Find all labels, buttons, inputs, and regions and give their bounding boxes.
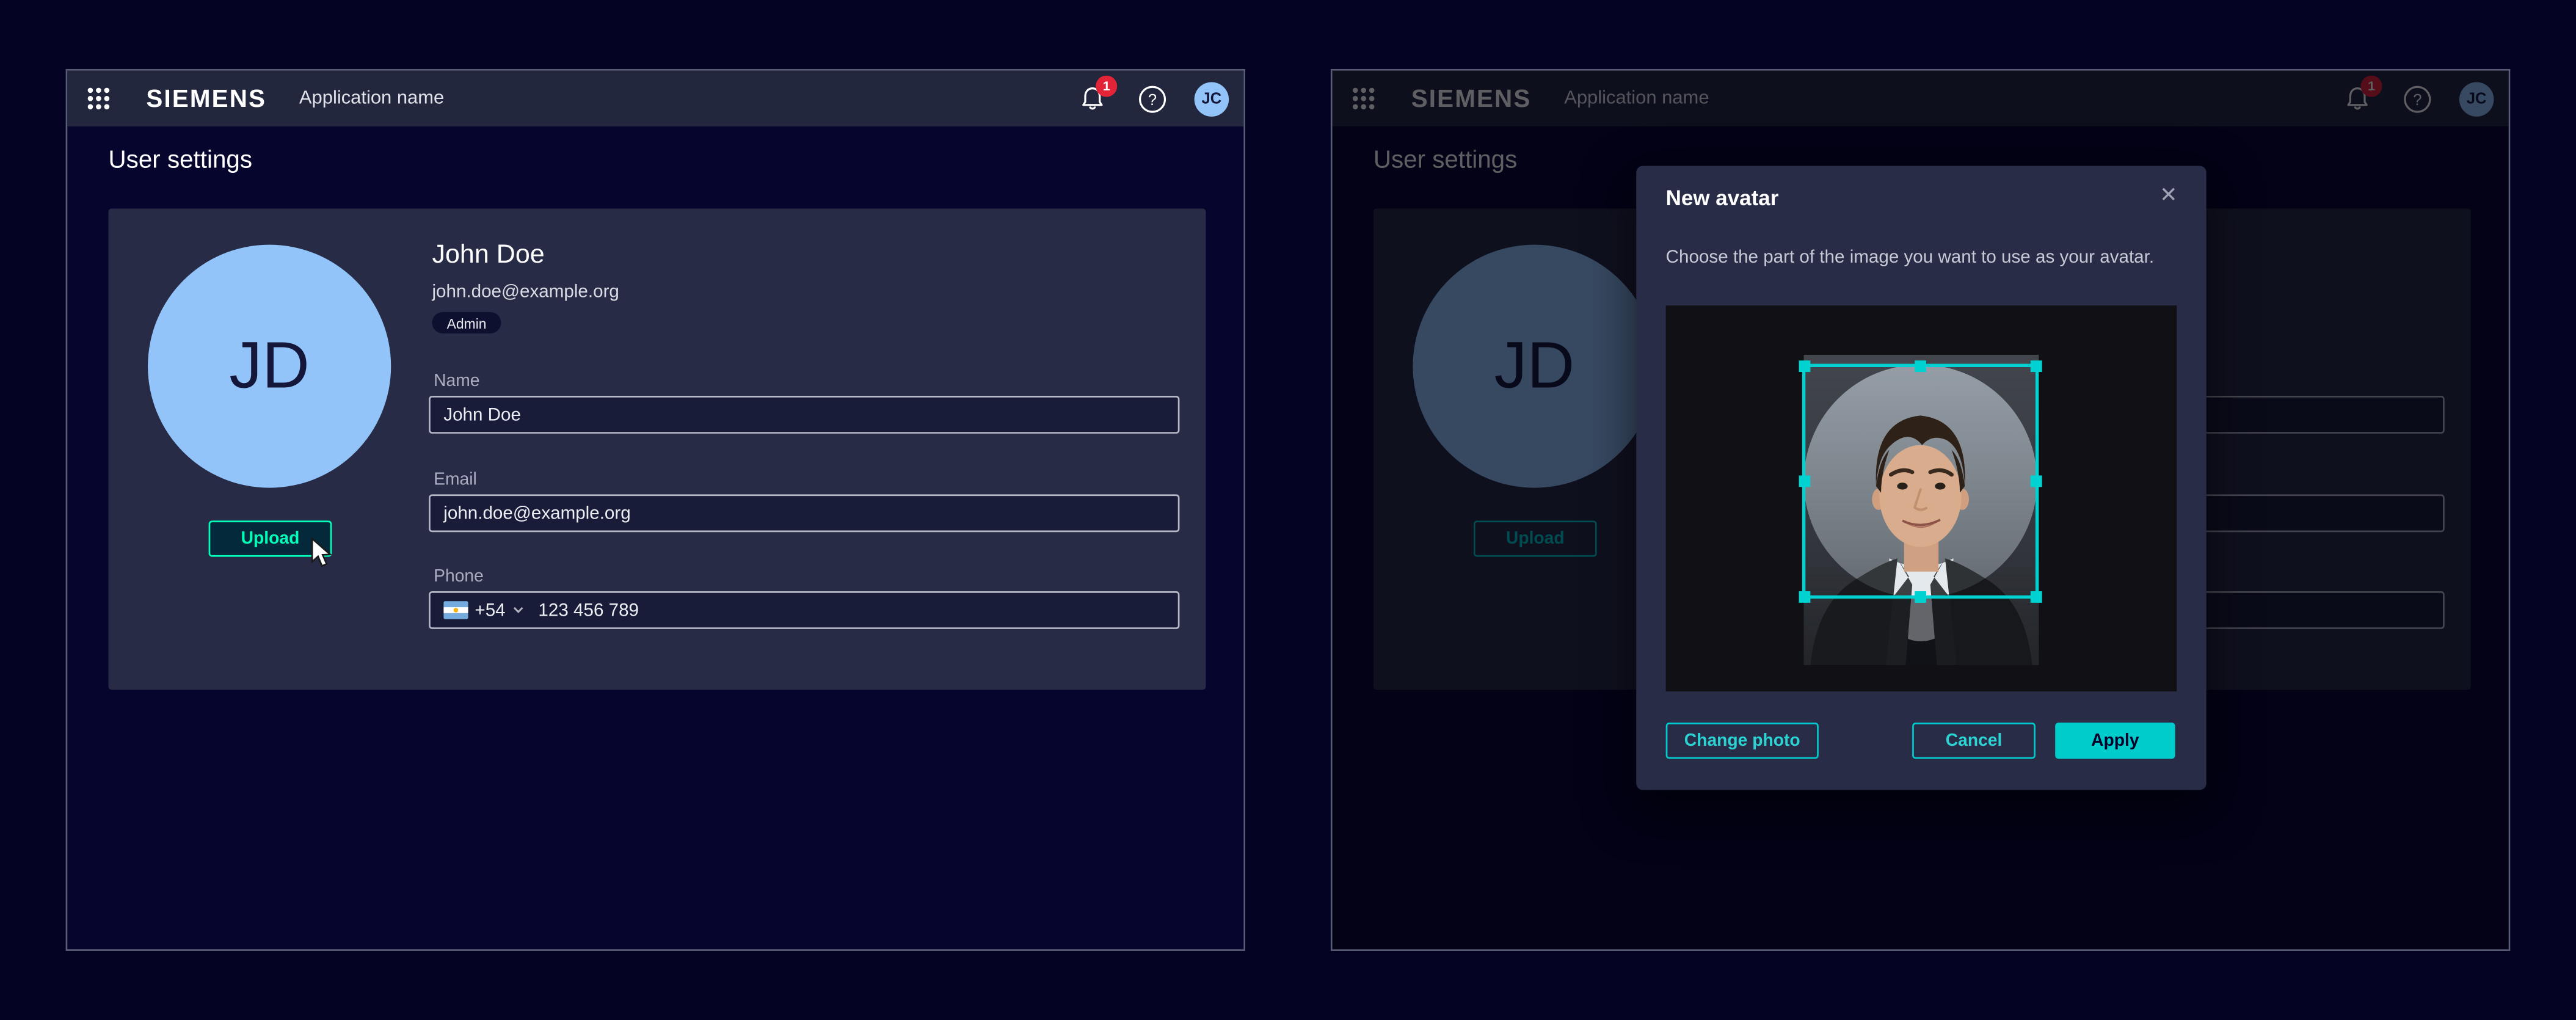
help-icon[interactable]: ? <box>1138 84 1166 112</box>
svg-text:?: ? <box>1148 91 1157 108</box>
crop-handles <box>1799 360 2042 603</box>
user-avatar[interactable]: JC <box>1195 81 1229 115</box>
name-input-value: John Doe <box>443 405 521 424</box>
phone-dial-code: +54 <box>475 600 505 620</box>
change-photo-button[interactable]: Change photo <box>1666 723 1819 759</box>
profile-display-name: John Doe <box>432 241 544 271</box>
new-avatar-modal: New avatar ✕ Choose the part of the imag… <box>1636 166 2206 790</box>
phone-field-label: Phone <box>434 567 484 586</box>
notifications-button[interactable]: 1 <box>1079 86 1105 112</box>
upload-button[interactable]: Upload <box>209 520 332 556</box>
siemens-logo: SIEMENS <box>146 84 266 112</box>
crop-selection[interactable] <box>1666 305 2177 691</box>
phone-input-value: 123 456 789 <box>538 600 639 620</box>
screenshot-canvas: SIEMENS Application name 1 ? JC User set… <box>0 0 2576 1020</box>
phone-input[interactable]: +54 123 456 789 <box>429 591 1179 629</box>
profile-email: john.doe@example.org <box>432 283 619 302</box>
email-input-value: john.doe@example.org <box>443 503 630 523</box>
user-settings-window: SIEMENS Application name 1 ? JC User set… <box>66 69 1245 951</box>
cancel-button[interactable]: Cancel <box>1912 723 2036 759</box>
email-input[interactable]: john.doe@example.org <box>429 494 1179 532</box>
chevron-down-icon <box>512 606 523 614</box>
avatar-crop-area[interactable] <box>1666 305 2177 691</box>
application-name: Application name <box>299 89 444 108</box>
modal-title: New avatar <box>1666 186 1779 210</box>
apply-button[interactable]: Apply <box>2055 723 2175 759</box>
modal-description: Choose the part of the image you want to… <box>1666 248 2156 270</box>
notification-badge: 1 <box>1096 76 1117 97</box>
phone-country-selector[interactable]: +54 <box>443 600 523 620</box>
close-icon[interactable]: ✕ <box>2149 176 2189 216</box>
email-field-label: Email <box>434 470 477 489</box>
profile-avatar: JD <box>148 245 391 488</box>
app-header: SIEMENS Application name 1 ? JC <box>67 71 1243 126</box>
app-switcher-grid-icon[interactable] <box>86 86 112 112</box>
name-field-label: Name <box>434 371 479 391</box>
argentina-flag-icon <box>443 601 468 619</box>
role-badge: Admin <box>432 312 501 333</box>
user-settings-window-with-modal: SIEMENS Application name 1 ? JC User set… <box>1331 69 2510 951</box>
name-input[interactable]: John Doe <box>429 396 1179 434</box>
page-title: User settings <box>109 146 253 174</box>
user-settings-card: JD Upload John Doe john.doe@example.org … <box>109 209 1206 690</box>
